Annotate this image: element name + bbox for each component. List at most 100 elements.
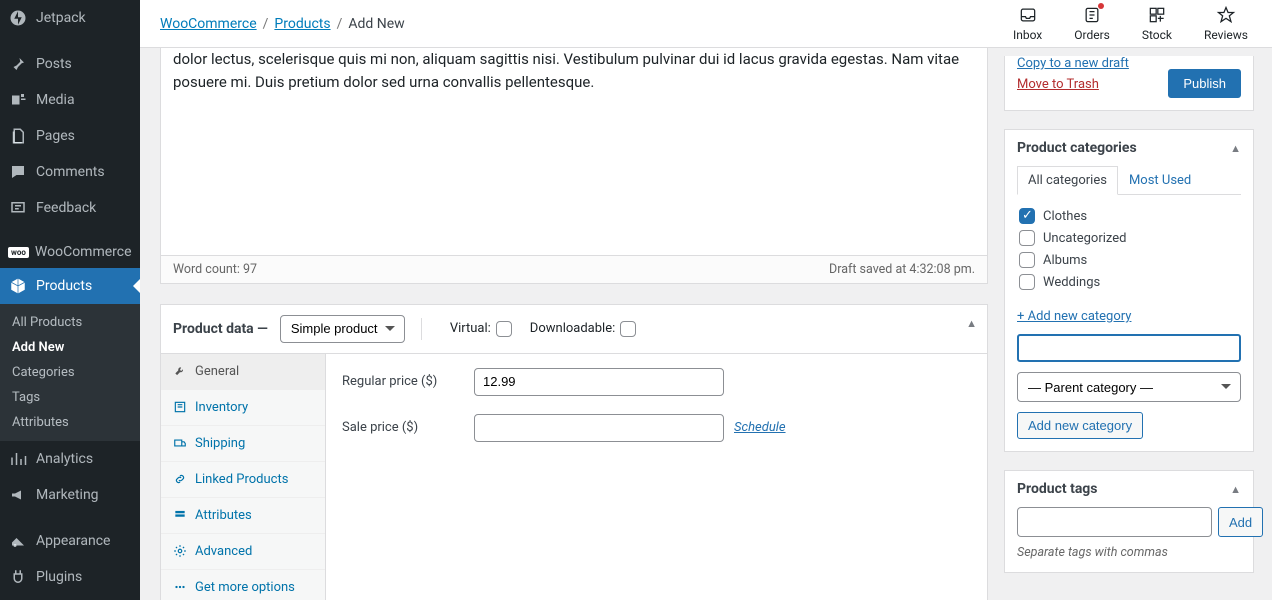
sale-price-input[interactable] — [474, 414, 724, 442]
sidebar-item-appearance[interactable]: Appearance — [0, 523, 140, 559]
editor-text: dolor lectus, scelerisque quis mi non, a… — [173, 48, 975, 95]
schedule-link[interactable]: Schedule — [734, 420, 786, 435]
tab-label: Linked Products — [195, 472, 288, 487]
product-data-tabs: General Inventory Shipping Linked Produc… — [161, 354, 326, 600]
notification-dot — [1098, 3, 1104, 9]
regular-price-input[interactable] — [474, 368, 724, 396]
sidebar-item-label: WooCommerce — [35, 244, 132, 260]
tags-title: Product tags — [1017, 481, 1098, 497]
collapse-toggle[interactable]: ▲ — [1230, 142, 1241, 155]
breadcrumb-products[interactable]: Products — [274, 16, 330, 32]
category-item-weddings[interactable]: Weddings — [1019, 271, 1239, 293]
sidebar-item-label: Plugins — [36, 569, 82, 585]
sidebar-item-label: Marketing — [36, 487, 99, 503]
category-label: Albums — [1043, 253, 1087, 268]
sidebar-item-woocommerce[interactable]: woo WooCommerce — [0, 236, 140, 268]
sidebar-item-label: Jetpack — [36, 10, 86, 26]
sidebar-item-jetpack[interactable]: Jetpack — [0, 0, 140, 36]
category-checkbox[interactable] — [1019, 208, 1035, 224]
sidebar-item-posts[interactable]: Posts — [0, 46, 140, 82]
woo-icon: woo — [8, 247, 29, 258]
sidebar-item-pages[interactable]: Pages — [0, 118, 140, 154]
marketing-icon — [8, 485, 28, 505]
sidebar-item-label: Analytics — [36, 451, 93, 467]
category-checkbox[interactable] — [1019, 274, 1035, 290]
tags-hint: Separate tags with commas — [1017, 545, 1241, 560]
top-action-stock[interactable]: Stock — [1142, 5, 1172, 42]
copy-to-draft-link[interactable]: Copy to a new draft — [1017, 56, 1129, 71]
submenu-add-new[interactable]: Add New — [0, 335, 140, 360]
add-new-category-link[interactable]: + Add new category — [1017, 309, 1131, 324]
stock-icon — [1147, 5, 1167, 25]
sidebar-item-users[interactable]: Users — [0, 595, 140, 600]
collapse-toggle[interactable]: ▲ — [1230, 483, 1241, 496]
inbox-icon — [1018, 5, 1038, 25]
sidebar-item-plugins[interactable]: Plugins — [0, 559, 140, 595]
category-item-clothes[interactable]: Clothes — [1019, 205, 1239, 227]
add-tag-button[interactable]: Add — [1218, 507, 1263, 537]
wrench-icon — [173, 364, 187, 378]
tab-get-more[interactable]: Get more options — [161, 570, 325, 600]
downloadable-checkbox[interactable] — [620, 321, 636, 337]
submenu-tags[interactable]: Tags — [0, 385, 140, 410]
categories-tab-all[interactable]: All categories — [1017, 166, 1118, 195]
category-checkbox[interactable] — [1019, 252, 1035, 268]
categories-tab-most-used[interactable]: Most Used — [1118, 166, 1202, 195]
pin-icon — [8, 54, 28, 74]
tab-inventory[interactable]: Inventory — [161, 390, 325, 426]
tags-input[interactable] — [1017, 507, 1212, 537]
submenu-categories[interactable]: Categories — [0, 360, 140, 385]
tab-shipping[interactable]: Shipping — [161, 426, 325, 462]
product-tags-box: Product tags ▲ Add Separate tags with co… — [1004, 470, 1254, 573]
category-checkbox[interactable] — [1019, 230, 1035, 246]
categories-title: Product categories — [1017, 140, 1137, 156]
top-action-label: Inbox — [1013, 28, 1042, 42]
tab-attributes[interactable]: Attributes — [161, 498, 325, 534]
tab-label: Get more options — [195, 580, 295, 595]
products-icon — [8, 276, 28, 296]
sidebar-item-products[interactable]: Products — [0, 268, 140, 304]
appearance-icon — [8, 531, 28, 551]
move-to-trash-link[interactable]: Move to Trash — [1017, 77, 1129, 92]
sidebar-item-comments[interactable]: Comments — [0, 154, 140, 190]
top-action-inbox[interactable]: Inbox — [1013, 5, 1042, 42]
products-submenu: All Products Add New Categories Tags Att… — [0, 304, 140, 441]
top-action-orders[interactable]: Orders — [1074, 5, 1110, 42]
parent-category-select[interactable]: — Parent category — — [1017, 372, 1241, 402]
sidebar-item-marketing[interactable]: Marketing — [0, 477, 140, 513]
tab-advanced[interactable]: Advanced — [161, 534, 325, 570]
analytics-icon — [8, 449, 28, 469]
category-item-albums[interactable]: Albums — [1019, 249, 1239, 271]
tab-linked-products[interactable]: Linked Products — [161, 462, 325, 498]
more-icon — [173, 580, 187, 594]
sidebar-item-analytics[interactable]: Analytics — [0, 441, 140, 477]
top-action-reviews[interactable]: Reviews — [1204, 5, 1248, 42]
virtual-checkbox[interactable] — [496, 321, 512, 337]
category-item-uncategorized[interactable]: Uncategorized — [1019, 227, 1239, 249]
plugins-icon — [8, 567, 28, 587]
gear-icon — [173, 544, 187, 558]
submenu-all-products[interactable]: All Products — [0, 310, 140, 335]
sidebar-item-media[interactable]: Media — [0, 82, 140, 118]
breadcrumb-woocommerce[interactable]: WooCommerce — [160, 16, 257, 32]
tab-label: Advanced — [195, 544, 252, 559]
publish-button[interactable]: Publish — [1168, 69, 1241, 98]
reviews-icon — [1216, 5, 1236, 25]
collapse-toggle[interactable]: ▲ — [966, 317, 977, 330]
link-icon — [173, 472, 187, 486]
tab-general[interactable]: General — [161, 354, 325, 390]
add-new-category-button[interactable]: Add new category — [1017, 412, 1143, 439]
top-action-label: Orders — [1074, 28, 1110, 42]
breadcrumb-addnew: Add New — [348, 16, 404, 32]
shipping-icon — [173, 436, 187, 450]
top-action-label: Stock — [1142, 28, 1172, 42]
breadcrumb-sep: / — [337, 16, 343, 32]
product-data-title: Product data — — [173, 321, 268, 337]
sidebar-item-feedback[interactable]: Feedback — [0, 190, 140, 226]
new-category-input[interactable] — [1017, 334, 1241, 362]
top-actions: Inbox Orders Stock Reviews — [1013, 5, 1248, 42]
editor-content[interactable]: dolor lectus, scelerisque quis mi non, a… — [161, 48, 987, 255]
submenu-attributes[interactable]: Attributes — [0, 410, 140, 435]
product-type-select[interactable]: Simple product — [280, 315, 405, 343]
regular-price-label: Regular price ($) — [342, 374, 474, 389]
